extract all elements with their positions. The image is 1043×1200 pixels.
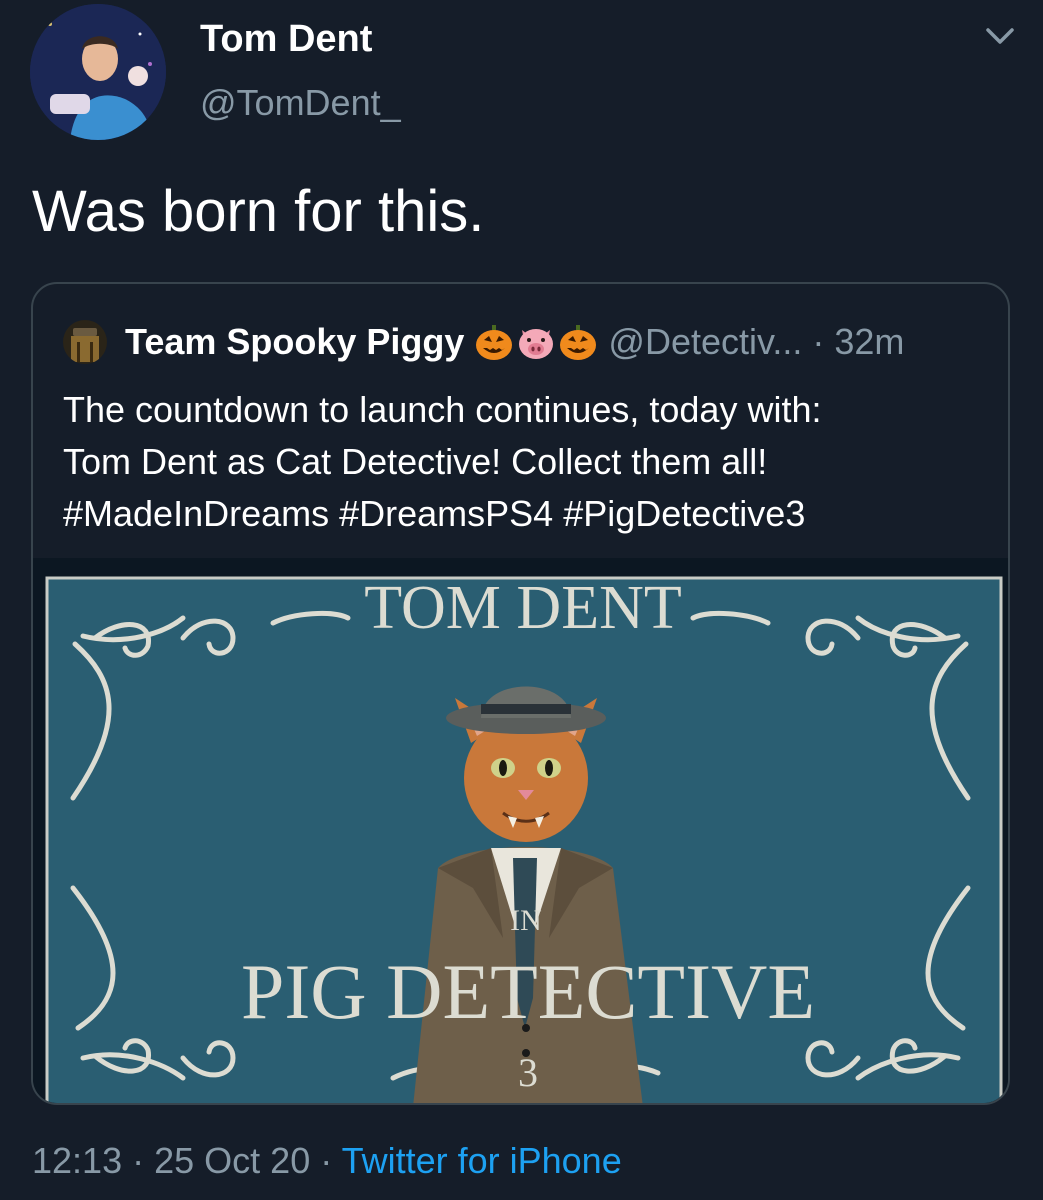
quoted-tweet-card[interactable]: Team Spooky Piggy @Detectiv... · 32m The…	[31, 282, 1010, 1105]
tweet-source-link[interactable]: Twitter for iPhone	[342, 1140, 622, 1181]
pig-face-icon	[516, 322, 556, 362]
author-display-name[interactable]: Tom Dent	[200, 18, 372, 61]
poster-subtitle: PIG DETECTIVE	[241, 948, 815, 1035]
poster-connector: IN	[510, 904, 542, 937]
footer-separator: ·	[132, 1140, 145, 1181]
tweet-metadata: 12:13 · 25 Oct 20 · Twitter for iPhone	[32, 1140, 622, 1182]
quoted-separator: ·	[812, 321, 825, 362]
author-avatar-image	[30, 4, 166, 140]
pig-detective-poster: TOM DENT IN PIG DETECTIVE 3	[45, 574, 1003, 1103]
tweet-text: Was born for this.	[32, 179, 485, 244]
quoted-tweet-header: Team Spooky Piggy @Detectiv... · 32m	[63, 320, 904, 364]
quoted-media-image[interactable]: TOM DENT IN PIG DETECTIVE 3	[33, 558, 1008, 1103]
quoted-tweet-text: The countdown to launch continues, today…	[63, 384, 993, 540]
quoted-handle: @Detectiv...	[608, 321, 803, 362]
poster-title: TOM DENT	[364, 574, 681, 642]
author-avatar[interactable]	[30, 4, 166, 140]
quoted-text-line: #MadeInDreams #DreamsPS4 #PigDetective3	[63, 493, 806, 534]
quoted-timestamp: 32m	[834, 321, 905, 362]
chevron-down-icon[interactable]	[984, 24, 1016, 48]
tweet-time[interactable]: 12:13	[32, 1140, 122, 1181]
quoted-text-line: The countdown to launch continues, today…	[63, 389, 822, 430]
footer-separator: ·	[320, 1140, 333, 1181]
tweet-date[interactable]: 25 Oct 20	[154, 1140, 310, 1181]
author-handle[interactable]: @TomDent_	[200, 82, 401, 124]
quoted-author-avatar	[63, 320, 107, 364]
quoted-text-line: Tom Dent as Cat Detective! Collect them …	[63, 441, 768, 482]
quoted-display-name: Team Spooky Piggy	[125, 321, 465, 362]
jack-o-lantern-icon	[558, 322, 598, 362]
poster-number: 3	[518, 1050, 538, 1095]
jack-o-lantern-icon	[474, 322, 514, 362]
